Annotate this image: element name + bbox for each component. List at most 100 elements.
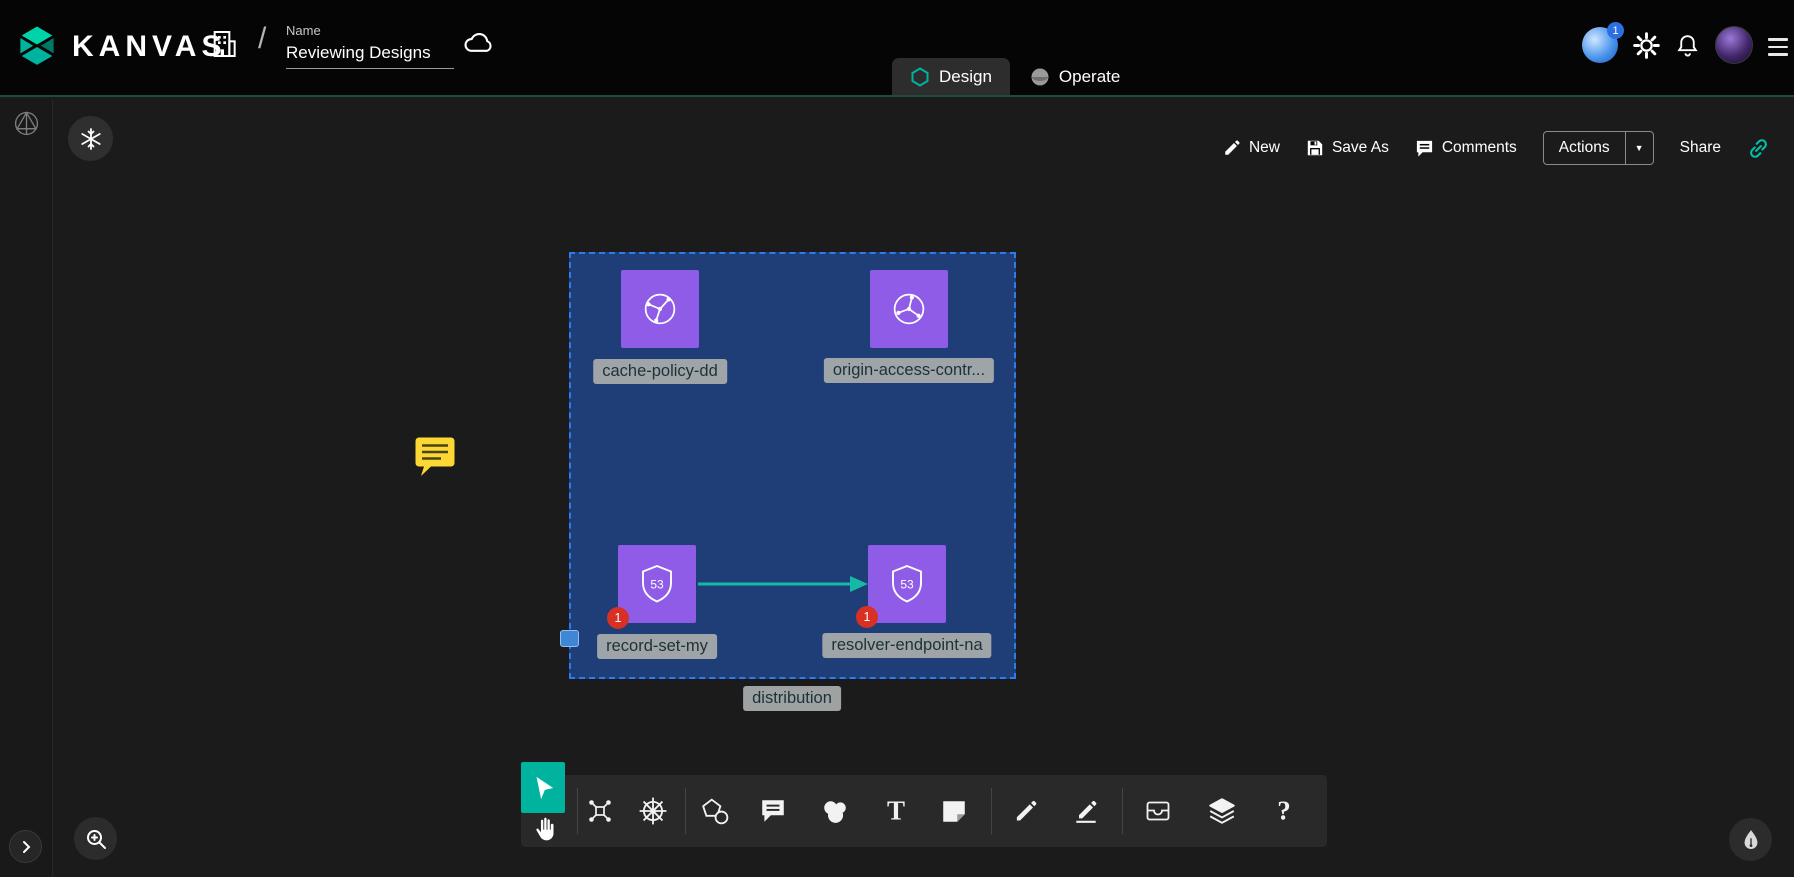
brand-name: KANVAS bbox=[72, 30, 226, 64]
tool-sticky-note[interactable] bbox=[940, 797, 968, 825]
tool-comment[interactable] bbox=[759, 797, 787, 825]
node-cache-policy[interactable] bbox=[621, 270, 699, 348]
gear-icon bbox=[1633, 32, 1660, 59]
menu-button[interactable] bbox=[1768, 34, 1788, 56]
save-icon bbox=[1306, 139, 1324, 157]
brand: KANVAS bbox=[14, 24, 226, 70]
bottom-toolbar: T bbox=[521, 775, 1327, 847]
share-button[interactable]: Share bbox=[1680, 139, 1721, 157]
canvas-action-bar: New Save As Comments Actions ▼ Share bbox=[1223, 130, 1770, 166]
sticky-note-icon bbox=[940, 797, 968, 825]
zoom-button[interactable] bbox=[74, 817, 117, 860]
tool-help[interactable]: ? bbox=[1277, 796, 1291, 827]
shapes-icon bbox=[701, 797, 729, 825]
component-nodes-icon bbox=[586, 797, 614, 825]
comments-label: Comments bbox=[1442, 139, 1517, 157]
top-bar: KANVAS / Name bbox=[0, 0, 1794, 97]
comments-button[interactable]: Comments bbox=[1415, 139, 1517, 158]
help-tool-glyph: ? bbox=[1277, 796, 1291, 827]
actions-dropdown-button[interactable]: Actions ▼ bbox=[1543, 131, 1654, 165]
operate-sphere-icon bbox=[1030, 67, 1050, 87]
pencil-tool-icon bbox=[1012, 797, 1040, 825]
bell-icon bbox=[1675, 33, 1700, 58]
tool-shapes[interactable] bbox=[701, 797, 729, 825]
sync-status-button[interactable] bbox=[462, 28, 496, 58]
pencil-icon bbox=[1223, 139, 1241, 157]
tool-freeform-shape[interactable] bbox=[821, 797, 849, 825]
tool-layers[interactable] bbox=[1207, 796, 1237, 826]
cursor-arrow-icon bbox=[530, 774, 556, 802]
tool-component[interactable] bbox=[586, 797, 614, 825]
design-name-input[interactable] bbox=[286, 41, 454, 69]
chevron-right-icon bbox=[19, 840, 33, 854]
mode-tabs: Design Operate bbox=[892, 58, 1138, 95]
tab-design[interactable]: Design bbox=[892, 58, 1010, 95]
comment-icon bbox=[1415, 139, 1434, 158]
building-icon bbox=[208, 28, 240, 60]
save-as-button[interactable]: Save As bbox=[1306, 139, 1389, 157]
organization-button[interactable] bbox=[208, 28, 240, 60]
svg-text:53: 53 bbox=[900, 578, 914, 592]
svg-text:53: 53 bbox=[650, 578, 664, 592]
drawer-icon bbox=[1144, 797, 1172, 825]
toolbar-divider bbox=[1122, 788, 1123, 834]
header-right-icons: 1 bbox=[1582, 26, 1788, 64]
layers-icon bbox=[1207, 796, 1237, 826]
new-label: New bbox=[1249, 139, 1280, 157]
node-origin-access-control[interactable] bbox=[870, 270, 948, 348]
toolbar-divider bbox=[685, 788, 686, 834]
save-as-label: Save As bbox=[1332, 139, 1389, 157]
connection-arrow bbox=[696, 572, 868, 596]
snowflake-icon bbox=[79, 127, 103, 151]
design-name-label: Name bbox=[286, 23, 456, 38]
route53-shield-icon: 53 bbox=[635, 562, 679, 606]
meshery-logo-icon[interactable] bbox=[13, 110, 40, 142]
design-name-field: Name bbox=[286, 23, 456, 69]
tool-select[interactable] bbox=[521, 762, 565, 813]
tab-design-label: Design bbox=[939, 67, 992, 87]
node-label-record-set[interactable]: record-set-my bbox=[597, 634, 717, 659]
pen-nib-icon bbox=[1739, 828, 1763, 852]
node-label-origin-access[interactable]: origin-access-contr... bbox=[824, 358, 994, 383]
canvas-comment-marker[interactable] bbox=[414, 436, 456, 480]
link-icon bbox=[1747, 137, 1770, 160]
text-tool-glyph: T bbox=[887, 796, 905, 827]
tool-pen[interactable] bbox=[1072, 797, 1100, 825]
visibility-freeze-button[interactable] bbox=[68, 116, 113, 161]
node-label-cache-policy[interactable]: cache-policy-dd bbox=[593, 359, 727, 384]
settings-button[interactable] bbox=[1633, 32, 1660, 59]
selection-handle[interactable] bbox=[560, 630, 579, 647]
kanvas-logo-icon bbox=[14, 24, 60, 70]
group-label-distribution[interactable]: distribution bbox=[743, 686, 841, 711]
ink-pen-button[interactable] bbox=[1729, 818, 1772, 861]
tool-pan[interactable] bbox=[528, 815, 556, 846]
actions-caret[interactable]: ▼ bbox=[1625, 132, 1653, 164]
toolbar-divider bbox=[991, 788, 992, 834]
tool-helm[interactable] bbox=[638, 796, 668, 826]
user-avatar[interactable] bbox=[1715, 26, 1753, 64]
tab-operate[interactable]: Operate bbox=[1012, 58, 1138, 95]
breadcrumb-separator: / bbox=[258, 22, 266, 56]
node-record-set[interactable]: 53 bbox=[618, 545, 696, 623]
node-label-resolver-endpoint[interactable]: resolver-endpoint-na bbox=[822, 633, 991, 658]
helm-wheel-icon bbox=[638, 796, 668, 826]
notifications-button[interactable] bbox=[1675, 33, 1700, 58]
new-design-button[interactable]: New bbox=[1223, 139, 1280, 157]
cloudfront-globe-icon bbox=[637, 286, 683, 332]
tool-text[interactable]: T bbox=[887, 796, 905, 827]
left-sidebar bbox=[0, 99, 53, 877]
pen-tool-icon bbox=[1072, 797, 1100, 825]
cloud-icon bbox=[462, 28, 496, 58]
route53-shield-icon: 53 bbox=[885, 562, 929, 606]
expand-sidebar-button[interactable] bbox=[9, 830, 42, 863]
blob-shape-icon bbox=[821, 797, 849, 825]
tab-operate-label: Operate bbox=[1059, 67, 1120, 87]
tool-pencil[interactable] bbox=[1012, 797, 1040, 825]
zoom-in-icon bbox=[84, 827, 108, 851]
provider-account-button[interactable]: 1 bbox=[1582, 27, 1618, 63]
status-badge[interactable]: 1 bbox=[856, 606, 878, 628]
tool-drawer[interactable] bbox=[1144, 797, 1172, 825]
status-badge[interactable]: 1 bbox=[607, 607, 629, 629]
node-resolver-endpoint[interactable]: 53 bbox=[868, 545, 946, 623]
copy-link-button[interactable] bbox=[1747, 137, 1770, 160]
